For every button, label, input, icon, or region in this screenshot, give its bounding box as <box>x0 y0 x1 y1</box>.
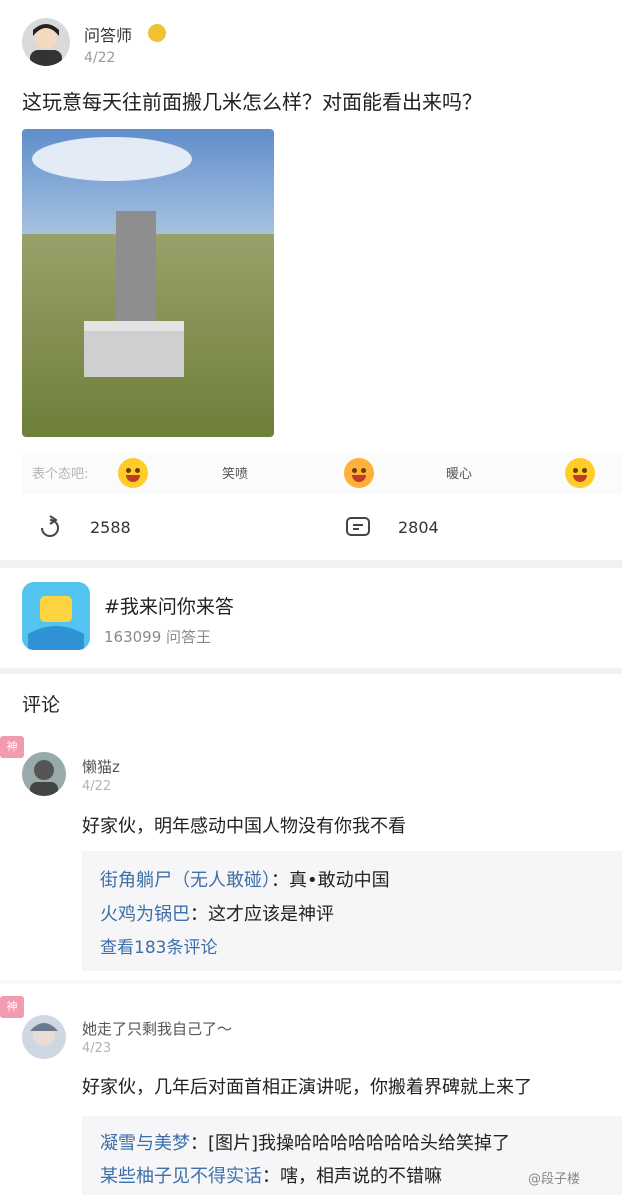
commenter-name[interactable]: 她走了只剩我自己了～ <box>82 1018 232 1039</box>
share-count: 2588 <box>90 518 131 537</box>
topic-meta: 163099 问答王 <box>104 628 212 646</box>
reply-user[interactable]: 凝雪与美梦 <box>100 1133 190 1154</box>
comment-date: 4/22 <box>82 779 112 794</box>
post-date: 4/22 <box>84 50 116 66</box>
section-divider <box>0 560 622 568</box>
reply-user[interactable]: 街角躺尸（无人敢碰） <box>100 870 271 891</box>
commenter-name[interactable]: 懒猫z <box>82 756 120 777</box>
top-comment-badge: 神 <box>0 996 24 1018</box>
reply-sep: ： <box>190 1133 208 1154</box>
reply-row: 凝雪与美梦：[图片]我操哈哈哈哈哈哈哈头给笑掉了 <box>100 1129 510 1155</box>
post-text: 这玩意每天往前面搬几米怎么样？对面能看出来吗？ <box>22 90 482 114</box>
reply-sep: ： <box>271 870 289 891</box>
verified-badge-icon <box>148 24 166 42</box>
reply-text: [图片]我操哈哈哈哈哈哈哈头给笑掉了 <box>208 1133 511 1154</box>
reply-text: 嗐，相声说的不错嘛 <box>280 1166 442 1187</box>
comment-divider <box>0 980 622 984</box>
reply-row: 街角躺尸（无人敢碰）：真•敢动中国 <box>100 866 390 892</box>
reply-text: 这才应该是神评 <box>208 904 334 925</box>
section-divider-2 <box>0 668 622 674</box>
comment-date: 4/23 <box>82 1041 112 1056</box>
reactions-bar <box>22 452 622 494</box>
post-image[interactable] <box>22 129 274 437</box>
reply-sep: ： <box>262 1166 280 1187</box>
comment-text: 好家伙，几年后对面首相正演讲呢，你搬着界碑就上来了 <box>82 1077 532 1098</box>
top-comment-badge: 神 <box>0 736 24 758</box>
avatar-illustration <box>30 24 62 66</box>
reactions-prompt: 表个态吧: <box>32 467 89 482</box>
reply-sep: ： <box>190 904 208 925</box>
comment-count: 2804 <box>398 518 439 537</box>
border-marker-photo <box>22 129 274 437</box>
reply-text: 真•敢动中国 <box>289 870 390 891</box>
share-icon[interactable] <box>36 514 64 546</box>
laughing-face-icon[interactable] <box>118 458 148 488</box>
author-name[interactable]: 问答师 <box>84 22 132 46</box>
commenter-avatar[interactable] <box>22 752 66 796</box>
comment-text: 好家伙，明年感动中国人物没有你我不看 <box>82 816 406 837</box>
topic-icon[interactable] <box>22 582 90 650</box>
grinning-face-icon[interactable] <box>565 458 595 488</box>
comments-header: 评论 <box>22 694 61 716</box>
view-more-replies-link[interactable]: 查看183条评论 <box>100 933 217 958</box>
reply-user[interactable]: 某些柚子见不得实话 <box>100 1166 262 1187</box>
heart-face-icon[interactable] <box>344 458 374 488</box>
reaction-label-warm[interactable]: 暖心 <box>446 463 472 482</box>
reply-row: 火鸡为锅巴：这才应该是神评 <box>100 900 334 926</box>
reply-row: 某些柚子见不得实话：嗐，相声说的不错嘛 <box>100 1162 442 1188</box>
watermark: @段子楼 <box>528 1172 581 1187</box>
comment-icon[interactable] <box>344 514 372 546</box>
reply-user[interactable]: 火鸡为锅巴 <box>100 904 190 925</box>
topic-title[interactable]: #我来问你来答 <box>104 592 234 619</box>
reaction-label-laugh[interactable]: 笑喷 <box>222 463 248 482</box>
commenter-avatar[interactable] <box>22 1015 66 1059</box>
author-avatar[interactable] <box>22 18 70 66</box>
